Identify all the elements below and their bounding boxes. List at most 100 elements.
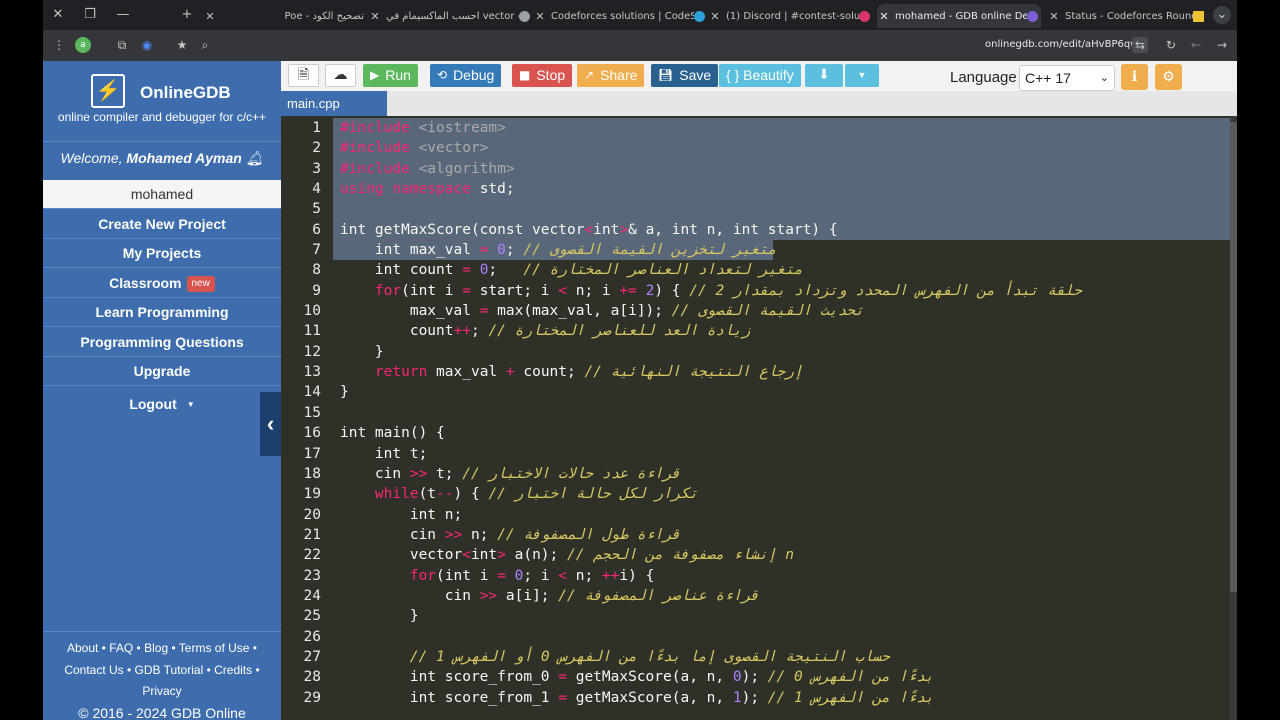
code-text: for(int i = 0; i < n; ++i) {: [409, 567, 655, 584]
browser-tab[interactable]: ✕ Poe - تصحيح الكود: [203, 4, 368, 28]
new-tab-icon[interactable]: +: [178, 6, 196, 24]
credits-link[interactable]: Credits: [214, 663, 252, 677]
new-file-icon[interactable]: 🗎︎: [288, 64, 319, 87]
code-line: 23 for(int i = 0; i < n; ++i) {: [281, 566, 1237, 586]
url-field[interactable]: onlinegdb.com/edit/aHvBP6qw1: [985, 39, 1145, 50]
close-tab-icon[interactable]: ✕: [203, 10, 217, 23]
run-button[interactable]: ▶ Run: [363, 64, 418, 87]
line-number: 1: [312, 120, 321, 136]
code-text: int n;: [340, 506, 463, 523]
code-text: #include <algorithm>: [340, 160, 515, 177]
scrollbar[interactable]: [1230, 116, 1237, 720]
close-tab-icon[interactable]: ✕: [1047, 10, 1061, 23]
share-icon: ↗: [584, 68, 595, 82]
classroom-link[interactable]: Classroom new: [43, 269, 281, 298]
browser-tab[interactable]: ✕ احسب الماكسيمام في vector - ...: [368, 4, 533, 28]
profile-avatar-icon[interactable]: a: [75, 37, 91, 53]
about-link[interactable]: About: [67, 641, 98, 655]
close-tab-icon[interactable]: ✕: [533, 10, 547, 23]
upgrade-link[interactable]: Upgrade: [43, 357, 281, 386]
current-project[interactable]: mohamed: [43, 180, 281, 209]
code-text: int main() {: [340, 425, 445, 442]
line-number: 28: [303, 669, 321, 686]
save-label: Save: [679, 67, 712, 83]
browser-logo-icon[interactable]: ◉: [138, 37, 156, 53]
code-text: }: [340, 343, 384, 360]
browser-tab[interactable]: ✕ Status - Codeforces Round 975: [1047, 4, 1207, 28]
save-button[interactable]: 💾︎ Save: [651, 64, 719, 87]
code-line: 11 count++; // زيادة العد للعناصر المختا…: [281, 321, 1237, 341]
code-line: 24 cin >> a[i]; // قراءة عناصر المصفوفة: [281, 586, 1237, 606]
copyright: © 2016 - 2024 GDB Online: [78, 704, 246, 720]
code-text: int t;: [340, 445, 428, 462]
browser-window: ✕ ❐ — + ✕ Poe - تصحيح الكود ✕ احسب الماك…: [43, 0, 1237, 720]
extensions-icon[interactable]: ⧉: [113, 37, 131, 53]
code-text: count++; // زيادة العد للعناصر المختارة: [340, 323, 751, 340]
tagline: online compiler and debugger for c/c++: [57, 110, 267, 124]
logout-link[interactable]: Logout ▼: [43, 387, 281, 421]
close-tab-icon[interactable]: ✕: [708, 10, 722, 23]
minimize-window-icon[interactable]: —: [114, 6, 132, 24]
blog-link[interactable]: Blog: [144, 641, 168, 655]
scrollbar-thumb[interactable]: [1230, 122, 1237, 592]
gear-icon[interactable]: ⚙: [1155, 64, 1182, 90]
debug-button[interactable]: ⟲ Debug: [430, 64, 502, 87]
code-line: 25 }: [281, 606, 1237, 626]
download-button[interactable]: ⬇: [805, 64, 843, 87]
gdb-tutorial-link[interactable]: GDB Tutorial: [135, 663, 204, 677]
download-icon: ⬇: [818, 67, 830, 83]
back-icon[interactable]: ←: [1187, 37, 1205, 53]
info-icon[interactable]: ℹ: [1121, 64, 1148, 90]
site-settings-icon[interactable]: ⇆: [1132, 37, 1148, 53]
tab-search-icon[interactable]: ⌄: [1213, 6, 1231, 24]
privacy-link[interactable]: Privacy: [142, 684, 181, 698]
terms-link[interactable]: Terms of Use: [179, 641, 250, 655]
bell-icon[interactable]: 🔔︎: [246, 150, 264, 166]
collapse-sidebar-button[interactable]: ‹: [260, 392, 281, 456]
close-tab-icon[interactable]: ✕: [877, 10, 891, 23]
learn-programming-link[interactable]: Learn Programming: [43, 298, 281, 327]
code-line: 28 int score_from_0 = getMaxScore(a, n, …: [281, 667, 1237, 687]
browser-tab[interactable]: ✕ Codeforces solutions | CodeSol: [533, 4, 708, 28]
line-number: 10: [303, 303, 321, 320]
code-text: int score_from_0 = getMaxScore(a, n, 0);…: [340, 669, 934, 686]
line-number: 21: [303, 526, 321, 543]
close-window-icon[interactable]: ✕: [49, 6, 67, 24]
stop-button[interactable]: ■ Stop: [512, 64, 573, 87]
lightning-logo-icon: ⚡: [91, 74, 125, 108]
line-number: 6: [312, 221, 321, 238]
bookmark-star-icon[interactable]: ★: [173, 37, 191, 53]
share-button[interactable]: ↗ Share: [577, 64, 645, 87]
browser-tab-active[interactable]: ✕ mohamed - GDB online Debug: [877, 4, 1041, 28]
code-text: }: [340, 608, 419, 625]
my-projects-link[interactable]: My Projects: [43, 239, 281, 268]
new-badge: new: [186, 276, 215, 293]
beautify-button[interactable]: { } Beautify: [719, 64, 801, 87]
code-text: vector<int> a(n); // إنشاء مصفوفة من الح…: [340, 547, 794, 564]
language-value: C++ 17: [1025, 70, 1071, 86]
line-number: 17: [303, 445, 321, 462]
line-number: 29: [303, 689, 321, 706]
menu-dots-icon[interactable]: ⋮: [50, 37, 68, 53]
browser-tab[interactable]: ✕ (1) Discord | #contest-solution: [708, 4, 873, 28]
code-line: 10 max_val = max(max_val, a[i]); // تحدي…: [281, 301, 1237, 321]
code-line: 29 int score_from_1 = getMaxScore(a, n, …: [281, 688, 1237, 708]
language-select[interactable]: C++ 17 ⌄: [1019, 65, 1115, 91]
code-line: 14}: [281, 382, 1237, 402]
reload-icon[interactable]: ↻: [1162, 37, 1180, 53]
code-editor[interactable]: 1 #include <iostream> 2 #include <vector> 3 #…: [281, 116, 1237, 720]
file-tab-main-cpp[interactable]: main.cpp: [281, 91, 387, 116]
forward-icon[interactable]: →: [1213, 37, 1231, 53]
search-icon[interactable]: ⌕: [196, 37, 214, 53]
faq-link[interactable]: FAQ: [109, 641, 133, 655]
upload-icon[interactable]: ☁︎: [325, 64, 356, 87]
contact-link[interactable]: Contact Us: [64, 663, 123, 677]
line-number: 7: [312, 242, 321, 259]
create-new-project-link[interactable]: Create New Project: [43, 210, 281, 239]
code-line: 21 cin >> n; // قراءة طول المصفوفة: [281, 525, 1237, 545]
programming-questions-link[interactable]: Programming Questions: [43, 328, 281, 357]
close-tab-icon[interactable]: ✕: [368, 10, 382, 23]
download-options-button[interactable]: ▼: [845, 64, 879, 87]
restore-window-icon[interactable]: ❐: [81, 6, 99, 24]
debug-icon: ⟲: [437, 68, 448, 82]
